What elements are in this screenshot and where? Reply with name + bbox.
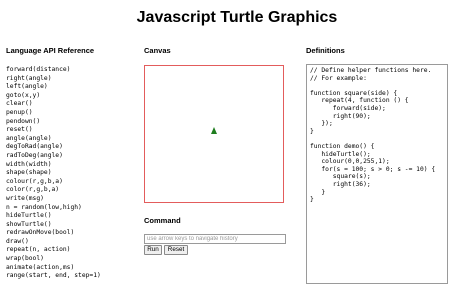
api-item: wrap(bool): [6, 255, 44, 263]
api-item: reset(): [6, 126, 33, 134]
api-item: draw(): [6, 237, 29, 245]
api-item: showTurtle(): [6, 220, 52, 228]
turtle-canvas[interactable]: [144, 65, 284, 203]
api-item: hideTurtle(): [6, 212, 52, 220]
api-item: color(r,g,b,a): [6, 186, 60, 194]
api-item: right(angle): [6, 74, 52, 82]
run-button[interactable]: Run: [144, 245, 162, 255]
api-item: repeat(n, action): [6, 246, 71, 254]
api-item: n = random(low,high): [6, 203, 82, 211]
api-item: pendown(): [6, 117, 41, 125]
definitions-editor[interactable]: // Define helper functions here. // For …: [306, 64, 448, 284]
reset-button[interactable]: Reset: [164, 245, 188, 255]
api-item: width(width): [6, 160, 52, 168]
api-item: left(angle): [6, 83, 48, 91]
api-item: radToDeg(angle): [6, 151, 63, 159]
api-reference-list: forward(distance) right(angle) left(angle)…: [6, 66, 101, 281]
api-item: goto(x,y): [6, 91, 41, 99]
api-item: angle(angle): [6, 134, 52, 142]
api-item: redrawOnMove(bool): [6, 229, 75, 237]
api-item: penup(): [6, 108, 33, 116]
definitions-heading: Definitions: [306, 46, 345, 55]
api-item: animate(action,ms): [6, 263, 75, 271]
page-title: Javascript Turtle Graphics: [136, 9, 338, 26]
api-item: write(msg): [6, 194, 44, 202]
api-item: shape(shape): [6, 169, 52, 177]
api-item: range(start, end, step=1): [6, 272, 101, 280]
api-item: colour(r,g,b,a): [6, 177, 63, 185]
api-item: degToRad(angle): [6, 143, 63, 151]
command-heading: Command: [144, 216, 181, 225]
api-item: forward(distance): [6, 66, 71, 73]
canvas-heading: Canvas: [144, 46, 171, 55]
api-reference-heading: Language API Reference: [6, 46, 95, 55]
turtle-arrow-icon: [211, 127, 217, 134]
api-item: clear(): [6, 100, 33, 108]
command-input[interactable]: [144, 234, 286, 244]
